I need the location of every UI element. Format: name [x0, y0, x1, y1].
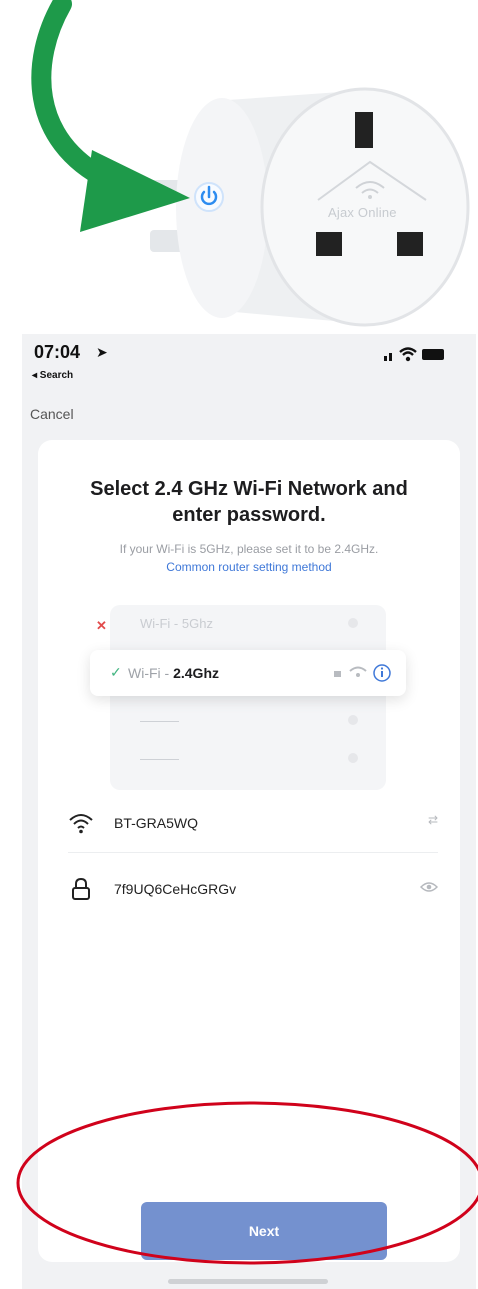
status-icons: [384, 346, 446, 367]
green-arrow-head-icon: [80, 150, 190, 232]
wifi-icon: [69, 814, 93, 834]
switch-network-icon[interactable]: ⇄: [428, 813, 438, 827]
illus-row-5ghz: Wi-Fi - 5Ghz: [110, 605, 386, 643]
lock-dot-icon: [348, 753, 358, 763]
brand-watermark: Ajax Online: [328, 205, 397, 220]
illus-row-blurred-2: ———: [110, 740, 386, 778]
battery-icon: [422, 349, 444, 360]
lock-icon: [334, 671, 341, 677]
smart-plug-illustration: [31, 0, 470, 327]
signal-icon: [384, 353, 392, 361]
password-field[interactable]: 7f9UQ6CeHcGRGv: [68, 866, 438, 914]
phone-screenshot: 07:04 ➤ ◂ Search Cancel Select 2.4 GHz W…: [22, 334, 476, 1289]
wifi-5ghz-hint: If your Wi-Fi is 5GHz, please set it to …: [119, 542, 379, 556]
socket-live-hole: [316, 232, 342, 256]
checkmark-icon: ✓: [110, 664, 122, 680]
eye-icon[interactable]: [420, 881, 438, 893]
wifi-setup-card: Select 2.4 GHz Wi-Fi Network and enter p…: [38, 440, 460, 1262]
title-line-2: enter password.: [172, 504, 326, 526]
wifi-icon: [349, 666, 367, 672]
wifi-status-icon: [399, 347, 417, 362]
product-photo: Ajax Online: [0, 0, 478, 330]
network-name-field[interactable]: BT-GRA5WQ ⇄: [68, 800, 438, 848]
socket-neutral-hole: [397, 232, 423, 256]
illus-row-24ghz: ✓ Wi-Fi - 2.4Ghz: [90, 650, 406, 696]
lock-dot-icon: [348, 618, 358, 628]
plug-side: [176, 98, 268, 318]
router-setting-link[interactable]: Common router setting method: [38, 560, 460, 574]
illus-row-icons: [334, 664, 391, 682]
socket-earth-hole: [355, 112, 373, 148]
illus-row-blurred-1: ———: [110, 702, 386, 740]
page-title: Select 2.4 GHz Wi-Fi Network and enter p…: [38, 476, 460, 528]
back-to-search-link[interactable]: ◂ Search: [32, 370, 73, 381]
lock-icon: [72, 877, 90, 900]
illus-blurred-label: ———: [140, 713, 179, 728]
password-value: 7f9UQ6CeHcGRGv: [114, 881, 237, 897]
illus-24ghz-label: Wi-Fi - 2.4Ghz: [128, 665, 219, 681]
lock-dot-icon: [348, 715, 358, 725]
illus-5ghz-label: Wi-Fi - 5Ghz: [140, 616, 213, 631]
location-arrow-icon: ➤: [96, 344, 108, 360]
field-divider: [68, 852, 438, 853]
home-indicator: [168, 1279, 328, 1284]
network-name-value: BT-GRA5WQ: [114, 815, 199, 831]
illus-blurred-label: ———: [140, 751, 179, 766]
wifi-list-illustration: Wi-Fi - 5Ghz ——— ———: [110, 605, 386, 790]
title-line-1: Select 2.4 GHz Wi-Fi Network and: [90, 478, 408, 500]
x-mark-icon: ✕: [96, 618, 107, 633]
next-button[interactable]: Next: [141, 1202, 387, 1260]
status-time: 07:04: [34, 342, 81, 362]
cancel-button[interactable]: Cancel: [30, 406, 74, 422]
